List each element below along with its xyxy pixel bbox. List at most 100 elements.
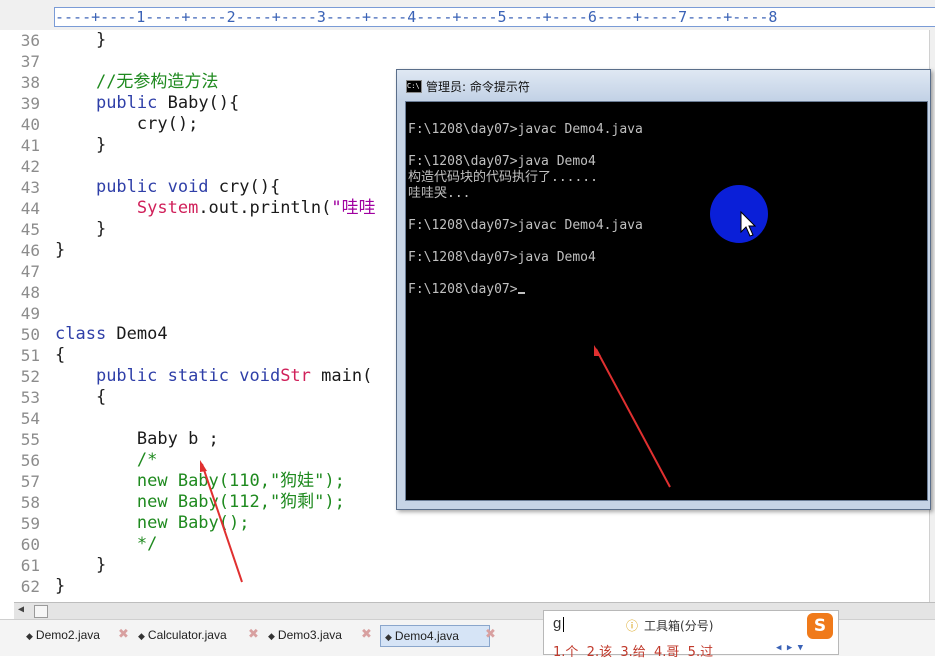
code-line: } — [55, 555, 106, 576]
code-line: Baby b ; — [55, 429, 219, 450]
code-line: } — [55, 219, 106, 240]
close-tab-icon[interactable]: ✖ — [361, 625, 372, 645]
code-system-class: System — [136, 198, 199, 218]
ime-composition-text: g — [553, 615, 562, 632]
code-line: cry(); — [55, 114, 198, 135]
ime-caret — [563, 617, 564, 632]
console-line: F:\1208\day07>javac Demo4.java — [408, 218, 643, 234]
code-line: /* — [55, 450, 157, 471]
code-text: cry(); — [136, 114, 199, 134]
ime-candidate-list[interactable]: 1.个 2.该 3.给 4.哥 5.过 — [553, 641, 713, 660]
tab-calculator[interactable]: ◆ Calculator.java — [134, 625, 227, 645]
code-comment: new Baby(110,"狗娃"); — [136, 471, 345, 491]
code-line: class Demo4 — [55, 324, 168, 345]
code-text: .out.println( — [198, 198, 332, 218]
tab-demo4[interactable]: ◆ Demo4.java — [380, 625, 490, 647]
ime-toolbox-label: 工具箱(分号) — [644, 619, 714, 633]
console-line-text: F:\1208\day07>java Demo4 — [408, 154, 596, 169]
code-comment: new Baby(); — [136, 513, 250, 533]
console-line: F:\1208\day07> — [408, 282, 525, 298]
code-comment: new Baby(112,"狗剩"); — [136, 492, 345, 512]
code-text: } — [95, 30, 107, 50]
code-keyword: public — [95, 93, 158, 113]
console-cursor — [517, 292, 525, 294]
tab-label: Demo2.java — [35, 628, 100, 642]
code-text: } — [95, 555, 107, 575]
tab-label: Demo3.java — [277, 628, 342, 642]
close-tab-icon[interactable]: ✖ — [485, 625, 496, 645]
code-comment: /* — [136, 450, 158, 470]
column-ruler: ----+----1----+----2----+----3----+----4… — [0, 0, 935, 30]
file-icon: ◆ — [268, 631, 275, 641]
code-text: } — [95, 219, 107, 239]
code-line: public void cry(){ — [55, 177, 280, 198]
tab-label: Demo4.java — [394, 629, 459, 643]
console-line: F:\1208\day07>java Demo4 — [408, 154, 596, 170]
ime-page-arrows-icon[interactable]: ◀ ▶ ▼ — [776, 643, 803, 653]
console-line-text: F:\1208\day07>javac Demo4.java — [408, 122, 643, 137]
tab-demo3[interactable]: ◆ Demo3.java — [264, 625, 342, 645]
code-text: { — [95, 387, 107, 407]
close-tab-icon[interactable]: ✖ — [248, 625, 259, 645]
command-prompt-window[interactable]: C:\ 管理员: 命令提示符 F:\1208\day07>javac Demo4… — [396, 69, 931, 510]
code-line: public Baby(){ — [55, 93, 239, 114]
tab-label: Calculator.java — [147, 628, 227, 642]
sogou-logo: S — [807, 613, 833, 639]
code-text: Baby(){ — [157, 93, 240, 113]
code-line: new Baby(110,"狗娃"); — [55, 471, 345, 492]
code-text: Baby b ; — [136, 429, 219, 449]
code-comment: //无参构造方法 — [95, 72, 219, 92]
code-text: { — [55, 345, 66, 365]
code-line: new Baby(); — [55, 513, 250, 534]
tab-demo2[interactable]: ◆ Demo2.java — [22, 625, 100, 645]
code-text: } — [95, 135, 107, 155]
console-line: F:\1208\day07>javac Demo4.java — [408, 122, 643, 138]
ruler-scale: ----+----1----+----2----+----3----+----4… — [54, 7, 935, 27]
code-line: new Baby(112,"狗剩"); — [55, 492, 345, 513]
code-text: Demo4 — [106, 324, 168, 344]
code-string: "哇哇 — [331, 198, 376, 218]
ime-toolbox-button[interactable]: ⓘ 工具箱(分号) — [626, 617, 713, 634]
scroll-left-arrow-icon[interactable]: ◀ — [18, 604, 24, 615]
code-text: } — [55, 240, 66, 260]
console-line: F:\1208\day07>java Demo4 — [408, 250, 596, 266]
file-icon: ◆ — [26, 631, 33, 641]
ime-candidate-window[interactable]: g ⓘ 工具箱(分号) 1.个 2.该 3.给 4.哥 5.过 ◀ ▶ ▼ S — [543, 610, 839, 660]
code-text: main( — [310, 366, 373, 386]
console-line-text: 哇哇哭... — [408, 186, 471, 201]
console-title: 管理员: 命令提示符 — [426, 80, 530, 94]
code-system-class: Str — [280, 366, 311, 386]
code-line: { — [55, 345, 65, 366]
console-line-text: F:\1208\day07>javac Demo4.java — [408, 218, 643, 233]
scrollbar-thumb[interactable] — [34, 605, 48, 618]
code-text: cry(){ — [208, 177, 281, 197]
code-text: } — [55, 576, 66, 596]
close-tab-icon[interactable]: ✖ — [118, 625, 129, 645]
code-line: } — [55, 30, 106, 51]
console-app-icon: C:\ — [406, 80, 422, 93]
code-line: } — [55, 576, 65, 597]
code-comment: */ — [136, 534, 158, 554]
code-line: System.out.println("哇哇 — [55, 198, 376, 219]
code-keyword: public static void — [95, 366, 281, 386]
console-line: 构造代码块的代码执行了...... — [408, 170, 598, 186]
file-icon: ◆ — [385, 632, 392, 642]
code-keyword: public void — [95, 177, 209, 197]
console-titlebar[interactable]: C:\ 管理员: 命令提示符 — [397, 70, 930, 100]
console-output[interactable]: F:\1208\day07>javac Demo4.java F:\1208\da… — [405, 101, 928, 501]
